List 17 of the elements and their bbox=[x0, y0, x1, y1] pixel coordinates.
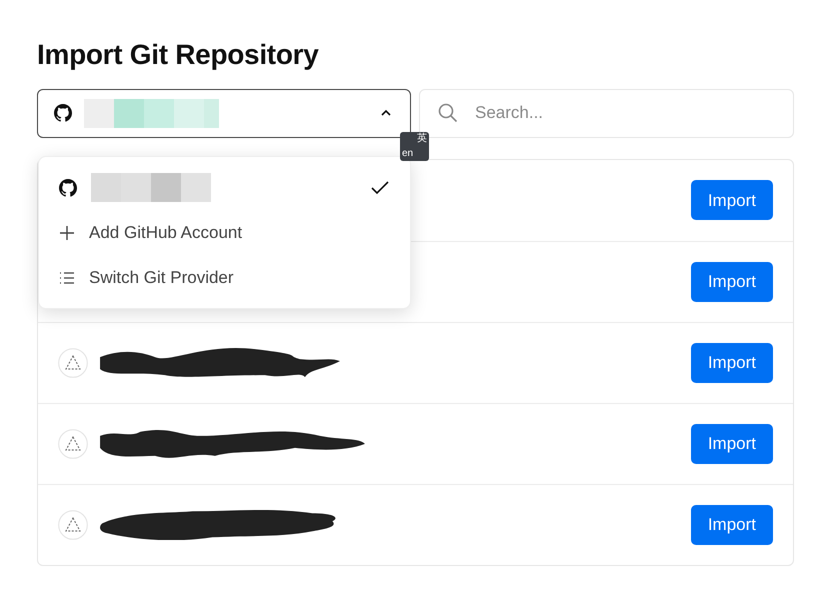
ime-indicator: 英 en bbox=[400, 132, 429, 161]
github-icon bbox=[59, 178, 77, 196]
switch-provider-item[interactable]: Switch Git Provider bbox=[39, 255, 410, 300]
import-button[interactable]: Import bbox=[690, 262, 773, 302]
import-button[interactable]: Import bbox=[690, 342, 773, 383]
github-icon bbox=[54, 104, 72, 122]
list-icon bbox=[59, 270, 75, 286]
plus-icon bbox=[59, 224, 75, 240]
repo-avatar-icon bbox=[58, 348, 88, 378]
page-title: Import Git Repository bbox=[37, 40, 320, 71]
import-button[interactable]: Import bbox=[690, 180, 773, 220]
account-select[interactable] bbox=[37, 88, 411, 138]
import-button[interactable]: Import bbox=[690, 424, 773, 464]
repo-avatar-icon bbox=[58, 510, 88, 540]
import-button[interactable]: Import bbox=[690, 504, 773, 545]
add-account-item[interactable]: Add GitHub Account bbox=[39, 210, 410, 255]
repo-avatar-icon bbox=[58, 428, 88, 459]
